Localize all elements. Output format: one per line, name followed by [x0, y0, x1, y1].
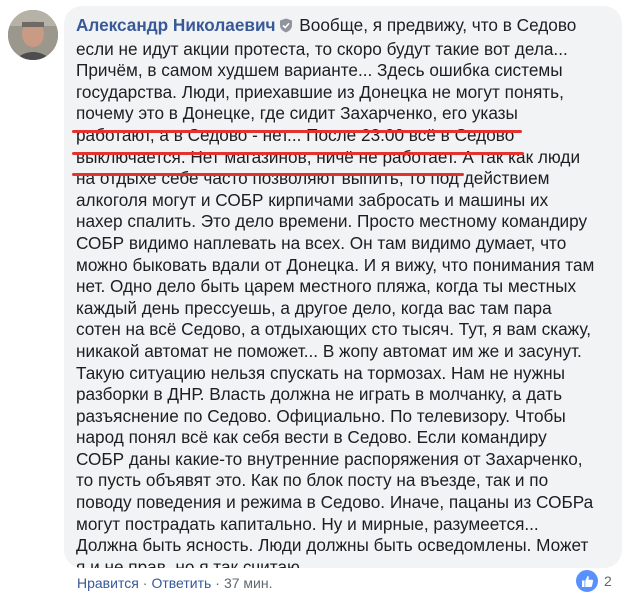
reply-link[interactable]: Ответить	[151, 575, 211, 591]
like-link[interactable]: Нравится	[77, 575, 139, 591]
comment-line: почему это в Донецке, где сидит Захарчен…	[76, 103, 518, 124]
highlight-underline	[72, 173, 464, 176]
comment-actions: Нравится · Ответить · 37 мин.	[77, 575, 273, 591]
comment-line: нет. Одно дело быть царем местного пляжа…	[76, 276, 577, 297]
highlight-underline	[72, 152, 524, 155]
comment-line: могут пострадать капитально. Ну и мирные…	[76, 513, 539, 534]
comment-line: то пусть объявят это. Как по блок посту …	[76, 470, 549, 491]
author-name[interactable]: Александр Николаевич	[76, 15, 276, 35]
separator: ·	[142, 575, 148, 591]
comment-line: выключается. Нет магазинов, ничё не рабо…	[76, 146, 581, 167]
comment-line: разъяснение по Седово. Официально. По те…	[76, 405, 566, 426]
reactions-summary[interactable]: 2	[574, 568, 612, 594]
comment-line: Причём, в самом худшем варианте... Здесь…	[76, 60, 563, 81]
comment-line: СОБР даны какие-то внутренние распоряжен…	[76, 448, 583, 469]
comment-line: каждый день прессуешь, а другое дело, ко…	[76, 297, 552, 318]
comment-line: сотен на всё Седово, а отдыхающих сто ты…	[76, 319, 591, 340]
avatar-photo	[8, 10, 58, 60]
comment-line: СОБР видимо наплевать на всех. Он там ви…	[76, 232, 567, 253]
thumbs-up-icon	[574, 568, 600, 594]
comment-line: работают, а в Седово - нет... После 23.0…	[76, 124, 515, 145]
comment-line: Такую ситуацию нельзя спускать на тормоз…	[76, 362, 565, 383]
comment-line: я и не прав, но я так считаю.	[76, 556, 305, 568]
comment-timestamp[interactable]: 37 мин.	[224, 575, 273, 591]
comment-line: государства. Люди, приехавшие из Донецка…	[76, 81, 564, 102]
verified-shield-icon	[279, 17, 293, 39]
comment-line: поводу поведения и режима в Седово. Инач…	[76, 492, 594, 513]
comment-line: если не идут акции протеста, то скоро бу…	[76, 38, 568, 59]
highlight-underline	[72, 130, 522, 133]
reaction-count: 2	[604, 573, 612, 589]
comment-line: разборки в ДНР. Власть должна не играть …	[76, 384, 563, 405]
comment-bubble: Александр Николаевич Вообще, я предвижу,…	[64, 6, 622, 568]
avatar[interactable]	[8, 10, 58, 60]
comment-line: никакой автомат не поможет... В жопу авт…	[76, 340, 582, 361]
comment-line: нахер спалить. Это дело времени. Просто …	[76, 211, 588, 232]
separator: ·	[215, 575, 220, 591]
comment-line: народ понял всё как себя вести в Седово.…	[76, 427, 547, 448]
comment-line: можно быковать вдали от Донецка. И я виж…	[76, 254, 595, 275]
comment-line: Александр Николаевич Вообще, я предвижу,…	[76, 15, 612, 39]
comment-body: Александр Николаевич Вообще, я предвижу,…	[76, 15, 612, 568]
comment-line: на отдыхе себе часто позволяют выпить, т…	[76, 168, 550, 189]
comment-line: Должна быть ясность. Люди должны быть ос…	[76, 535, 589, 556]
comment-line: алкоголя могут и СОБР кирпичами забросат…	[76, 189, 549, 210]
